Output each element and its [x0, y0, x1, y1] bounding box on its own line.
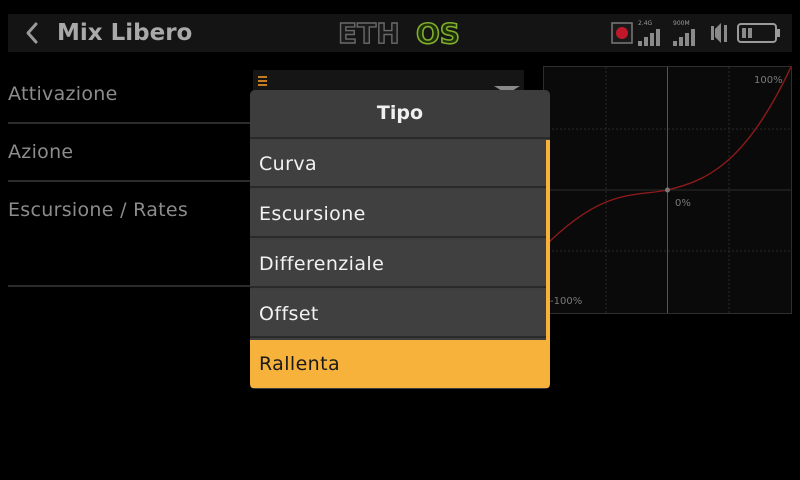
signal-900m-label: 900M — [673, 20, 690, 27]
battery-icon — [737, 23, 780, 43]
tipo-dialog: Tipo Curva Escursione Differenziale Offs… — [250, 90, 550, 389]
signal-900m-icon: 900M — [673, 20, 695, 46]
volume-icon — [711, 23, 727, 43]
graph-label-center: 0% — [675, 198, 691, 209]
graph-label-bottom: -100% — [550, 296, 582, 307]
option-rallenta[interactable]: Rallenta — [250, 340, 550, 388]
logo-text-os: OS — [416, 18, 460, 48]
page-title: Mix Libero — [57, 20, 193, 46]
curve-center-point — [665, 187, 670, 193]
logo-text-eth: ETH — [338, 18, 400, 48]
row-divider — [8, 180, 253, 182]
row-label-azione: Azione — [8, 141, 74, 163]
dialog-scrollbar[interactable] — [546, 140, 550, 340]
row-label-escursione-rates: Escursione / Rates — [8, 199, 189, 221]
option-curva[interactable]: Curva — [250, 140, 546, 188]
status-icons: 2.4G 900M — [611, 20, 780, 46]
option-escursione[interactable]: Escursione — [250, 190, 546, 238]
option-offset[interactable]: Offset — [250, 290, 546, 338]
row-divider — [8, 285, 253, 287]
dialog-title: Tipo — [250, 90, 550, 139]
signal-2-4g-icon: 2.4G — [638, 20, 660, 46]
top-bar: Mix Libero ETH OS 2.4G 900M — [8, 14, 792, 52]
row-divider — [8, 122, 253, 124]
curve-graph: 100% 0% -100% — [543, 66, 792, 314]
curve-graph-canvas: 100% 0% -100% — [543, 66, 792, 313]
back-button[interactable] — [18, 18, 48, 48]
record-icon — [611, 22, 633, 44]
chevron-left-icon — [26, 22, 38, 44]
graph-label-top: 100% — [754, 75, 783, 86]
row-label-attivazione: Attivazione — [8, 83, 118, 105]
ethos-logo: ETH OS — [338, 18, 461, 48]
signal-2-4g-label: 2.4G — [638, 20, 653, 27]
option-differenziale[interactable]: Differenziale — [250, 240, 546, 288]
